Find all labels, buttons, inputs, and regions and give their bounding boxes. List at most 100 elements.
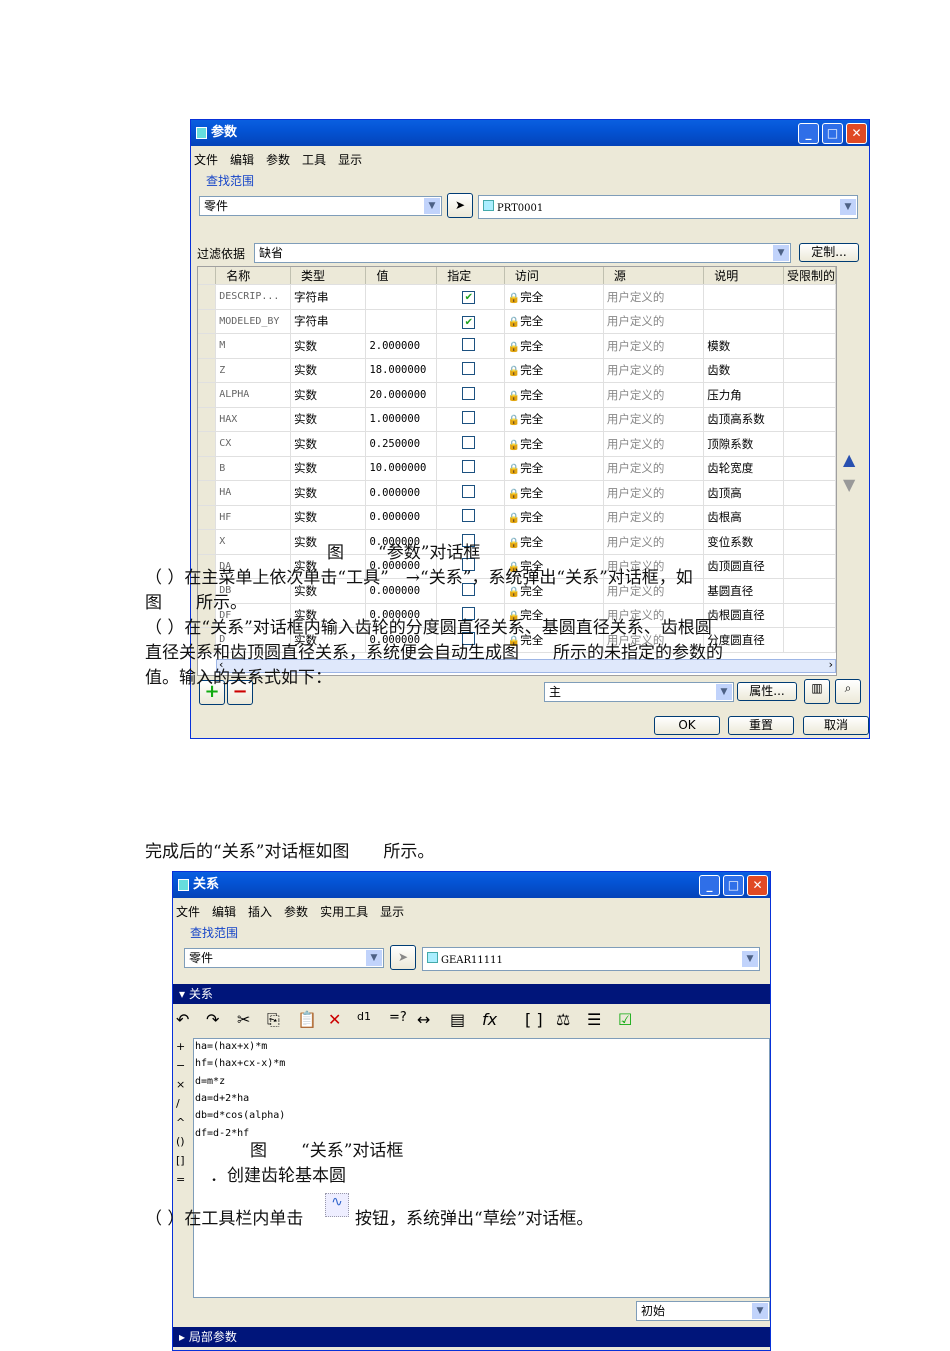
table-row[interactable]: HAX 实数 1.000000 🔒完全 用户定义的 齿顶高系数: [198, 407, 836, 432]
redo-icon[interactable]: ↷: [206, 1010, 219, 1029]
param-value[interactable]: 2.000000: [365, 333, 438, 359]
delete-icon[interactable]: ✕: [328, 1010, 341, 1029]
row-header[interactable]: [198, 382, 217, 408]
close-button[interactable]: ✕: [846, 123, 867, 144]
relation-line[interactable]: d=m*z: [195, 1076, 225, 1087]
column-header[interactable]: 值: [365, 267, 438, 285]
menu-parameters[interactable]: 参数: [266, 153, 290, 167]
maximize-button[interactable]: □: [723, 875, 744, 896]
relation-line[interactable]: da=d+2*ha: [195, 1093, 249, 1104]
designated-checkbox[interactable]: [462, 435, 476, 449]
designated-cell[interactable]: [436, 382, 505, 408]
move-up-icon[interactable]: ▲: [843, 450, 855, 469]
designated-cell[interactable]: ✔: [436, 309, 505, 334]
table-row[interactable]: ALPHA 实数 20.000000 🔒完全 用户定义的 压力角: [198, 382, 836, 408]
param-description[interactable]: 压力角: [703, 382, 784, 408]
designated-checkbox[interactable]: [462, 509, 476, 523]
verify-units-icon[interactable]: ⚖: [556, 1010, 570, 1029]
row-header[interactable]: [198, 529, 217, 555]
param-value[interactable]: [365, 309, 438, 334]
param-description[interactable]: [703, 284, 784, 310]
designated-checkbox[interactable]: [462, 337, 476, 351]
designated-checkbox[interactable]: ✔: [462, 291, 476, 305]
scope-combo[interactable]: 零件 ▼: [184, 948, 384, 968]
move-down-icon[interactable]: ▼: [843, 475, 855, 494]
undo-icon[interactable]: ↶: [176, 1010, 189, 1029]
function-icon[interactable]: fx: [482, 1010, 497, 1029]
select-pointer-button[interactable]: ➤: [390, 945, 416, 970]
param-name[interactable]: ALPHA: [215, 382, 292, 408]
row-header[interactable]: [198, 505, 217, 530]
param-description[interactable]: 变位系数: [703, 529, 784, 555]
designated-cell[interactable]: [436, 456, 505, 481]
column-header[interactable]: 类型: [290, 267, 367, 285]
menu-insert[interactable]: 插入: [248, 905, 272, 919]
menu-display[interactable]: 显示: [380, 905, 404, 919]
param-description[interactable]: 顶隙系数: [703, 431, 784, 457]
column-header[interactable]: 说明: [703, 267, 784, 285]
param-name[interactable]: X: [215, 529, 292, 555]
param-description[interactable]: 齿轮宽度: [703, 456, 784, 481]
properties-button[interactable]: 属性...: [737, 682, 797, 701]
minimize-button[interactable]: _: [798, 123, 819, 144]
param-name[interactable]: MODELED_BY: [215, 309, 292, 334]
operator-button[interactable]: /: [176, 1097, 180, 1110]
operator-button[interactable]: ×: [176, 1078, 185, 1091]
menu-edit[interactable]: 编辑: [212, 905, 236, 919]
param-description[interactable]: 齿根高: [703, 505, 784, 530]
switch-dimensions-icon[interactable]: d1: [357, 1010, 371, 1023]
model-combo[interactable]: GEAR11111 ▼: [422, 947, 760, 971]
insert-parameter-icon[interactable]: ▤: [450, 1010, 465, 1029]
column-header[interactable]: 指定: [436, 267, 505, 285]
param-name[interactable]: DESCRIP...: [215, 284, 292, 310]
local-params-section-header[interactable]: ▸ 局部参数: [173, 1327, 770, 1347]
column-header[interactable]: 受限制的: [783, 267, 836, 285]
param-value[interactable]: [365, 284, 438, 310]
designated-checkbox[interactable]: [462, 362, 476, 376]
cut-icon[interactable]: ✂: [237, 1010, 250, 1029]
paste-icon[interactable]: 📋: [297, 1010, 317, 1029]
menu-tools[interactable]: 工具: [302, 153, 326, 167]
sort-combo[interactable]: 初始 ▼: [636, 1301, 770, 1321]
relation-line[interactable]: ha=(hax+x)*m: [195, 1041, 267, 1052]
menu-edit[interactable]: 编辑: [230, 153, 254, 167]
param-value[interactable]: 0.000000: [365, 480, 438, 506]
designated-checkbox[interactable]: [462, 460, 476, 474]
operator-button[interactable]: −: [176, 1059, 185, 1072]
cancel-button[interactable]: 取消: [803, 716, 869, 735]
columns-button[interactable]: ▥: [804, 679, 830, 704]
copy-icon[interactable]: ⎘: [267, 1010, 280, 1030]
table-row[interactable]: Z 实数 18.000000 🔒完全 用户定义的 齿数: [198, 358, 836, 383]
param-value[interactable]: 0.000000: [365, 505, 438, 530]
verify-icon[interactable]: ☑: [618, 1010, 632, 1029]
param-description[interactable]: 齿顶高系数: [703, 407, 784, 432]
designated-checkbox[interactable]: [462, 484, 476, 498]
menu-file[interactable]: 文件: [176, 905, 200, 919]
menu-file[interactable]: 文件: [194, 153, 218, 167]
param-value[interactable]: 1.000000: [365, 407, 438, 432]
relations-section-header[interactable]: ▾ 关系: [173, 984, 770, 1004]
row-header[interactable]: [198, 431, 217, 457]
reset-button[interactable]: 重置: [728, 716, 794, 735]
relation-line[interactable]: db=d*cos(alpha): [195, 1110, 285, 1121]
param-description[interactable]: 齿数: [703, 358, 784, 383]
ok-button[interactable]: OK: [654, 716, 720, 735]
table-row[interactable]: HF 实数 0.000000 🔒完全 用户定义的 齿根高: [198, 505, 836, 530]
binoculars-icon[interactable]: ⌕: [835, 679, 861, 704]
param-description[interactable]: [703, 309, 784, 334]
designated-cell[interactable]: [436, 505, 505, 530]
param-name[interactable]: HA: [215, 480, 292, 506]
designated-cell[interactable]: ✔: [436, 284, 505, 310]
param-value[interactable]: 20.000000: [365, 382, 438, 408]
scope-combo[interactable]: 零件 ▼: [199, 196, 442, 216]
param-name[interactable]: HAX: [215, 407, 292, 432]
param-name[interactable]: M: [215, 333, 292, 359]
row-header[interactable]: [198, 333, 217, 359]
maximize-button[interactable]: □: [822, 123, 843, 144]
param-name[interactable]: HF: [215, 505, 292, 530]
brackets-icon[interactable]: [ ]: [525, 1010, 543, 1029]
menu-display[interactable]: 显示: [338, 153, 362, 167]
menu-utilities[interactable]: 实用工具: [320, 905, 368, 919]
param-value[interactable]: 10.000000: [365, 456, 438, 481]
dimension-icon[interactable]: ↔: [417, 1010, 430, 1029]
